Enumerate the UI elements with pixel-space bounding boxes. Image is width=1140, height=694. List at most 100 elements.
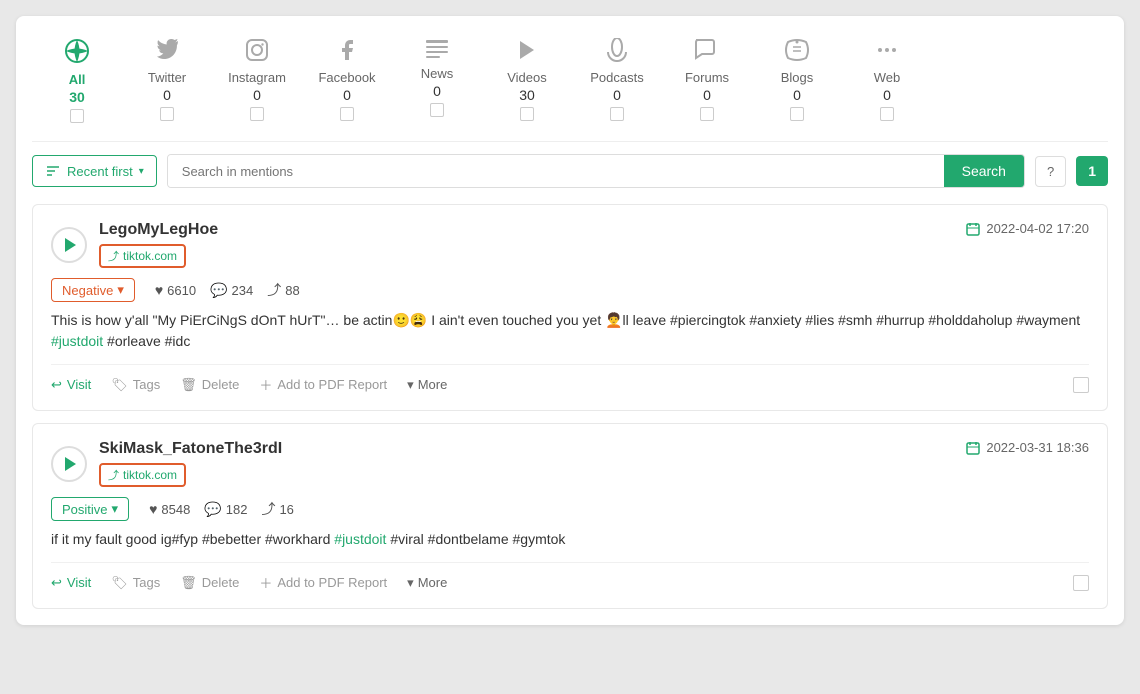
card-0-play-button[interactable] xyxy=(51,227,87,263)
card-1-pdf-label: Add to PDF Report xyxy=(277,575,387,590)
heart-icon-1: ♥ xyxy=(149,501,157,517)
card-1-pdf-button[interactable]: ＋ Add to PDF Report xyxy=(259,573,387,592)
twitter-checkbox[interactable] xyxy=(160,107,174,121)
tab-forums[interactable]: Forums 0 xyxy=(662,32,752,127)
card-0-more-button[interactable]: ▾ More xyxy=(407,377,447,393)
cards-container: LegoMyLegHoe ⤴ tiktok.com 2022-04-02 17:… xyxy=(32,204,1108,609)
card-0-sentiment-chevron: ▾ xyxy=(117,282,124,298)
card-0: LegoMyLegHoe ⤴ tiktok.com 2022-04-02 17:… xyxy=(32,204,1108,411)
card-1-delete-button[interactable]: 🗑 Delete xyxy=(180,575,239,591)
card-0-shares-count: 88 xyxy=(285,283,299,298)
card-0-checkbox[interactable] xyxy=(1073,377,1089,393)
tab-videos[interactable]: Videos 30 xyxy=(482,32,572,127)
card-0-body: This is how y'all "My PiErCiNgS dOnT hUr… xyxy=(51,310,1089,352)
card-1-more-button[interactable]: ▾ More xyxy=(407,575,447,591)
help-button[interactable]: ? xyxy=(1035,156,1066,187)
news-count: 0 xyxy=(433,83,441,99)
card-1-visit-button[interactable]: ↩ Visit xyxy=(51,575,91,591)
tab-podcasts[interactable]: Podcasts 0 xyxy=(572,32,662,127)
card-1-more-label: More xyxy=(418,575,448,590)
calendar-icon-1 xyxy=(966,441,980,455)
tab-instagram[interactable]: Instagram 0 xyxy=(212,32,302,127)
blogs-count: 0 xyxy=(793,87,801,103)
card-1-visit-label: Visit xyxy=(67,575,91,590)
card-0-tags-button[interactable]: 🏷 Tags xyxy=(111,377,160,393)
sort-button[interactable]: Recent first ▾ xyxy=(32,155,157,187)
card-1-play-button[interactable] xyxy=(51,446,87,482)
tab-web[interactable]: Web 0 xyxy=(842,32,932,127)
card-0-title-area: LegoMyLegHoe ⤴ tiktok.com xyxy=(99,221,218,268)
visit-icon-0: ↩ xyxy=(51,377,62,393)
instagram-checkbox[interactable] xyxy=(250,107,264,121)
delete-icon-0: 🗑 xyxy=(180,377,197,393)
card-0-pdf-button[interactable]: ＋ Add to PDF Report xyxy=(259,375,387,394)
card-0-hashtag: #justdoit xyxy=(51,333,103,349)
all-checkbox[interactable] xyxy=(70,109,84,123)
forums-checkbox[interactable] xyxy=(700,107,714,121)
card-1-likes-count: 8548 xyxy=(161,502,190,517)
search-button[interactable]: Search xyxy=(944,155,1024,187)
twitter-label: Twitter xyxy=(148,70,186,85)
videos-checkbox[interactable] xyxy=(520,107,534,121)
card-0-source-name: tiktok.com xyxy=(123,249,177,263)
card-1-sentiment[interactable]: Positive ▾ xyxy=(51,497,129,521)
search-input[interactable] xyxy=(168,155,944,187)
page-button[interactable]: 1 xyxy=(1076,156,1108,186)
comment-icon-1: 💬 xyxy=(204,501,221,518)
card-0-sentiment-label: Negative xyxy=(62,283,113,298)
comment-icon-0: 💬 xyxy=(210,282,227,299)
instagram-count: 0 xyxy=(253,87,261,103)
heart-icon-0: ♥ xyxy=(155,282,163,298)
share-icon-1: ⤴ xyxy=(108,467,119,483)
card-1-source-name: tiktok.com xyxy=(123,468,177,482)
news-icon xyxy=(425,38,449,64)
card-0-comments-count: 234 xyxy=(232,283,254,298)
facebook-checkbox[interactable] xyxy=(340,107,354,121)
card-0-more-label: More xyxy=(418,377,448,392)
card-1-checkbox[interactable] xyxy=(1073,575,1089,591)
card-0-stats: ♥ 6610 💬 234 ⤴ 88 xyxy=(155,280,300,300)
card-1-source-badge[interactable]: ⤴ tiktok.com xyxy=(99,463,186,487)
tab-all[interactable]: All 30 xyxy=(32,32,122,129)
card-1-tags-button[interactable]: 🏷 Tags xyxy=(111,575,160,591)
tab-facebook[interactable]: Facebook 0 xyxy=(302,32,392,127)
tab-twitter[interactable]: Twitter 0 xyxy=(122,32,212,127)
source-tabs: All 30 Twitter 0 Instagram 0 xyxy=(32,32,1108,142)
card-1-date: 2022-03-31 18:36 xyxy=(966,440,1089,455)
forums-icon xyxy=(694,38,720,68)
card-0-actions: ↩ Visit 🏷 Tags 🗑 Delete ＋ Add to PDF Rep… xyxy=(51,364,1089,394)
card-0-source-badge[interactable]: ⤴ tiktok.com xyxy=(99,244,186,268)
podcasts-icon xyxy=(603,38,631,68)
card-1-username: SkiMask_FatoneThe3rdI xyxy=(99,440,282,458)
visit-icon-1: ↩ xyxy=(51,575,62,591)
card-0-header-left: LegoMyLegHoe ⤴ tiktok.com xyxy=(51,221,218,268)
card-0-sentiment[interactable]: Negative ▾ xyxy=(51,278,135,302)
videos-label: Videos xyxy=(507,70,547,85)
tab-blogs[interactable]: Blogs 0 xyxy=(752,32,842,127)
sort-icon xyxy=(45,163,61,179)
news-checkbox[interactable] xyxy=(430,103,444,117)
card-0-visit-button[interactable]: ↩ Visit xyxy=(51,377,91,393)
web-checkbox[interactable] xyxy=(880,107,894,121)
search-bar: Search xyxy=(167,154,1025,188)
instagram-icon xyxy=(245,38,269,68)
videos-icon xyxy=(515,38,539,68)
podcasts-label: Podcasts xyxy=(590,70,643,85)
videos-count: 30 xyxy=(519,87,535,103)
podcasts-count: 0 xyxy=(613,87,621,103)
pdf-icon-0: ＋ xyxy=(259,375,272,394)
all-label: All xyxy=(69,72,86,87)
card-1-shares-count: 16 xyxy=(279,502,293,517)
blogs-checkbox[interactable] xyxy=(790,107,804,121)
card-1-shares: ⤴ 16 xyxy=(261,499,293,519)
card-1-header: SkiMask_FatoneThe3rdI ⤴ tiktok.com 2022-… xyxy=(51,440,1089,487)
share-stat-icon-1: ⤴ xyxy=(261,499,275,519)
tab-news[interactable]: News 0 xyxy=(392,32,482,123)
podcasts-checkbox[interactable] xyxy=(610,107,624,121)
card-0-header: LegoMyLegHoe ⤴ tiktok.com 2022-04-02 17:… xyxy=(51,221,1089,268)
card-1-date-text: 2022-03-31 18:36 xyxy=(986,440,1089,455)
twitter-count: 0 xyxy=(163,87,171,103)
card-1-meta: Positive ▾ ♥ 8548 💬 182 ⤴ 16 xyxy=(51,497,1089,521)
card-0-delete-button[interactable]: 🗑 Delete xyxy=(180,377,239,393)
blogs-icon xyxy=(784,38,810,68)
